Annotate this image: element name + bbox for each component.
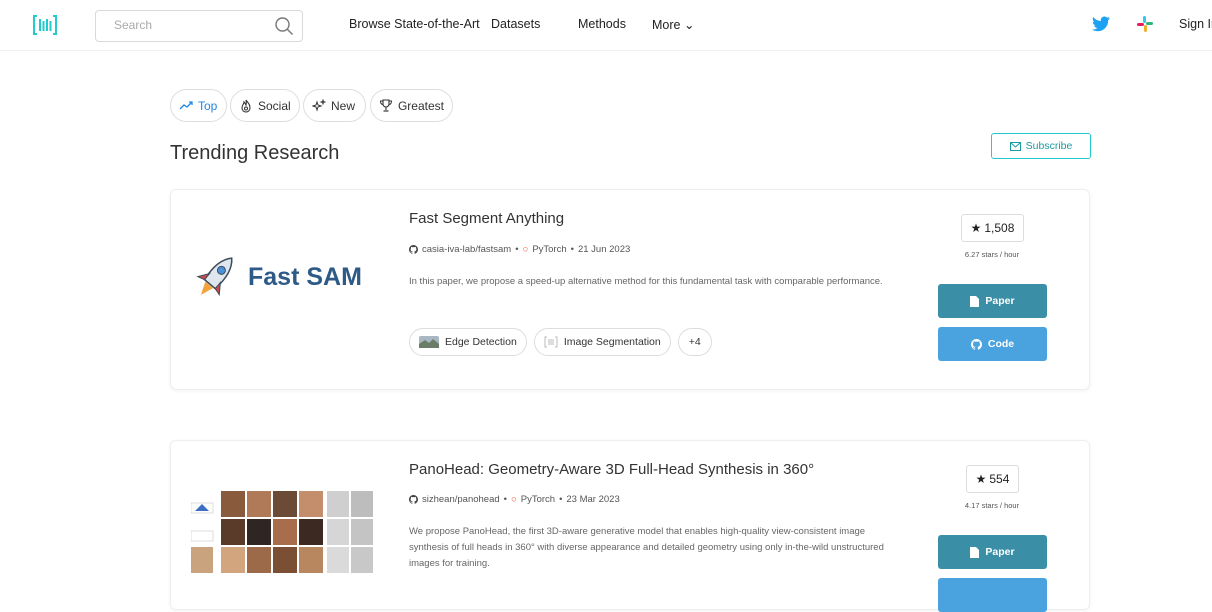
- github-icon: [409, 495, 418, 504]
- filter-social[interactable]: Social: [230, 89, 300, 122]
- nav-methods[interactable]: Methods: [578, 17, 626, 31]
- separator-dot: •: [570, 244, 574, 255]
- paper-thumbnail[interactable]: Fast SAM: [191, 250, 381, 310]
- more-tags-button[interactable]: +4: [677, 328, 712, 356]
- paper-button[interactable]: Paper: [938, 535, 1047, 569]
- slack-icon[interactable]: [1136, 15, 1154, 33]
- paper-abstract: In this paper, we propose a speed-up alt…: [409, 276, 883, 287]
- code-button-label: Code: [987, 338, 1015, 350]
- flame-icon: [241, 99, 251, 113]
- nav-more-label: More: [652, 18, 681, 32]
- trophy-icon: [379, 98, 392, 112]
- paper-title[interactable]: Fast Segment Anything: [409, 210, 564, 227]
- stars-per-hour: 4.17 stars / hour: [964, 501, 1020, 510]
- task-tag-label: Edge Detection: [445, 336, 517, 348]
- trending-up-icon: [179, 100, 193, 109]
- separator-dot: •: [559, 494, 563, 505]
- paperswithcode-logo[interactable]: [33, 14, 57, 36]
- framework-label: PyTorch: [520, 494, 556, 505]
- nav-more-dropdown[interactable]: More ⌄: [652, 17, 694, 32]
- subscribe-button[interactable]: Subscribe: [991, 133, 1091, 159]
- document-icon: [970, 546, 980, 558]
- paper-meta: sizhean/panohead • ○ PyTorch • 23 Mar 20…: [409, 494, 620, 505]
- page-title: Trending Research: [170, 142, 340, 164]
- paper-date: 23 Mar 2023: [566, 494, 620, 505]
- paper-button-label: Paper: [985, 295, 1015, 307]
- face-grid-image: [190, 491, 373, 573]
- filter-new[interactable]: New: [303, 89, 366, 122]
- framework-label: PyTorch: [532, 244, 567, 255]
- sign-in-link[interactable]: Sign In: [1179, 17, 1212, 31]
- paper-card: Fast SAM Fast Segment Anything casia-iva…: [170, 189, 1090, 390]
- stars-per-hour: 6.27 stars / hour: [964, 250, 1020, 259]
- paper-card: PanoHead: Geometry-Aware 3D Full-Head Sy…: [170, 440, 1090, 612]
- task-thumbnail-icon: [419, 336, 439, 348]
- nav-datasets[interactable]: Datasets: [491, 17, 540, 31]
- chevron-down-icon: ⌄: [683, 18, 695, 32]
- pytorch-icon: ○: [510, 494, 517, 505]
- filter-greatest[interactable]: Greatest: [370, 89, 453, 122]
- paper-button[interactable]: Paper: [938, 284, 1047, 318]
- repo-link[interactable]: casia-iva-lab/fastsam: [422, 244, 511, 255]
- github-icon: [409, 245, 418, 254]
- paper-thumbnail[interactable]: [190, 491, 381, 575]
- pytorch-icon: ○: [522, 244, 529, 255]
- task-tag-label: Image Segmentation: [563, 336, 661, 348]
- star-count-value: 1,508: [984, 221, 1015, 235]
- task-tag[interactable]: Edge Detection: [409, 328, 527, 356]
- paper-meta: casia-iva-lab/fastsam • ○ PyTorch • 21 J…: [409, 244, 630, 255]
- repo-link[interactable]: sizhean/panohead: [422, 494, 500, 505]
- paper-button-label: Paper: [985, 546, 1015, 558]
- star-count-value: 554: [989, 472, 1010, 486]
- paper-date: 21 Jun 2023: [577, 244, 631, 255]
- separator-dot: •: [503, 494, 507, 505]
- sparkles-icon: [312, 98, 326, 112]
- rocket-icon: [196, 257, 233, 297]
- star-count: ★ 554: [966, 465, 1019, 493]
- search-input[interactable]: [112, 17, 266, 33]
- task-placeholder-icon: [544, 336, 558, 348]
- code-button[interactable]: Code: [938, 327, 1047, 361]
- task-tag[interactable]: Image Segmentation: [533, 328, 671, 356]
- paper-title[interactable]: PanoHead: Geometry-Aware 3D Full-Head Sy…: [409, 461, 814, 478]
- star-icon: ★: [975, 472, 987, 486]
- task-tags: Edge Detection Image Segmentation +4: [409, 328, 712, 356]
- code-button[interactable]: [938, 578, 1047, 612]
- star-count: ★ 1,508: [961, 214, 1024, 242]
- paper-abstract: We propose PanoHead, the first 3D-aware …: [409, 526, 884, 569]
- subscribe-label: Subscribe: [1025, 140, 1073, 152]
- filter-social-label: Social: [258, 98, 291, 113]
- more-tags-label: +4: [688, 336, 701, 348]
- star-icon: ★: [970, 221, 982, 235]
- filter-top-label: Top: [198, 98, 218, 113]
- search-icon[interactable]: [274, 16, 294, 36]
- filter-greatest-label: Greatest: [397, 98, 444, 113]
- search-box: [95, 10, 303, 42]
- mail-icon: [1009, 141, 1021, 151]
- thumbnail-wordmark: Fast SAM: [248, 263, 362, 291]
- twitter-icon[interactable]: [1092, 16, 1110, 32]
- nav-browse-sota[interactable]: Browse State-of-the-Art: [349, 17, 480, 31]
- filter-top[interactable]: Top: [170, 89, 227, 122]
- top-navbar: Browse State-of-the-Art Datasets Methods…: [0, 0, 1212, 51]
- document-icon: [970, 295, 980, 307]
- filter-new-label: New: [331, 98, 356, 113]
- separator-dot: •: [515, 244, 519, 255]
- github-icon: [970, 338, 982, 350]
